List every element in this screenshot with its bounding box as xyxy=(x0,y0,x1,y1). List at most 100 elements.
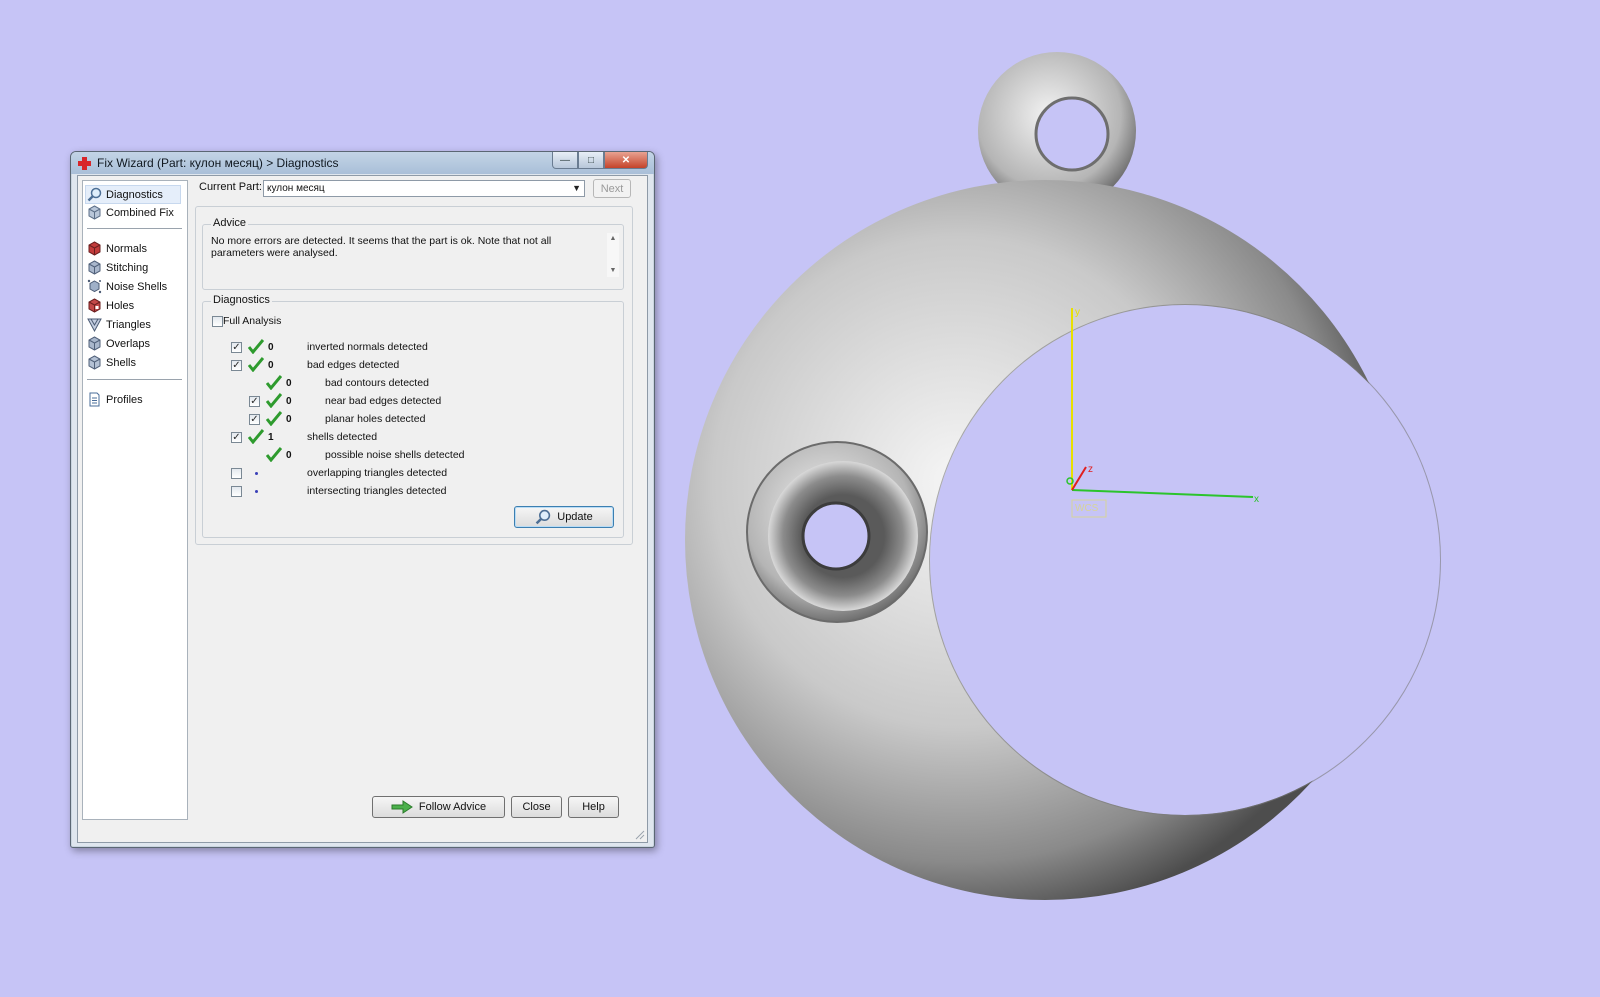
green-check-icon xyxy=(266,393,282,408)
title-bar[interactable]: Fix Wizard (Part: кулон месяц) > Diagnos… xyxy=(71,152,654,174)
nav-item-label: Triangles xyxy=(106,318,151,331)
nav-item-label: Profiles xyxy=(106,393,143,406)
nav-item-label: Overlaps xyxy=(106,337,151,350)
normals-cube-icon xyxy=(88,241,101,256)
row-label: intersecting triangles detected xyxy=(307,485,447,497)
nav-separator xyxy=(87,228,182,229)
row-checkbox[interactable]: ✓ xyxy=(231,360,242,371)
row-checkbox[interactable]: ✓ xyxy=(249,414,260,425)
current-part-label: Current Part: xyxy=(199,181,262,193)
green-check-icon xyxy=(248,339,264,354)
row-checkbox[interactable]: ✓ xyxy=(231,342,242,353)
overlaps-cube-icon xyxy=(88,336,101,351)
scroll-down-icon[interactable]: ▼ xyxy=(607,265,619,277)
row-count: 1 xyxy=(268,432,274,443)
nav-item-shells[interactable]: Shells xyxy=(87,354,136,371)
nav-item-stitching[interactable]: Stitching xyxy=(87,259,148,276)
dialog-client-area: Diagnostics Combined Fix Normals Stitchi… xyxy=(77,175,648,843)
advice-group-title: Advice xyxy=(211,217,249,229)
green-check-icon xyxy=(266,375,282,390)
help-button[interactable]: Help xyxy=(568,796,619,818)
nav-item-triangles[interactable]: Triangles xyxy=(87,316,151,333)
y-axis-label: y xyxy=(1075,307,1080,318)
shells-cube-icon xyxy=(88,355,101,370)
nav-item-diagnostics[interactable]: Diagnostics xyxy=(85,185,181,204)
row-label: planar holes detected xyxy=(325,413,426,425)
row-checkbox[interactable]: ✓ xyxy=(249,396,260,407)
advice-scrollbar[interactable]: ▲ ▼ xyxy=(607,233,619,277)
nav-item-label: Shells xyxy=(106,356,136,369)
follow-advice-label: Follow Advice xyxy=(418,801,487,813)
current-part-value: кулон месяц xyxy=(267,183,325,194)
red-cross-icon xyxy=(78,157,91,170)
nav-item-label: Diagnostics xyxy=(106,188,163,201)
row-checkbox[interactable]: ✓ xyxy=(231,432,242,443)
fix-wizard-dialog: Fix Wizard (Part: кулон месяц) > Diagnos… xyxy=(70,151,655,848)
green-check-icon xyxy=(248,429,264,444)
update-button-label: Update xyxy=(557,511,593,523)
nav-item-overlaps[interactable]: Overlaps xyxy=(87,335,150,352)
nav-item-label: Stitching xyxy=(106,261,149,274)
x-axis-label: x xyxy=(1254,494,1259,505)
wcs-origin-tag: WCS xyxy=(1075,503,1099,514)
nav-separator xyxy=(87,379,182,380)
holes-cube-icon xyxy=(88,298,101,313)
nav-item-label: Holes xyxy=(106,299,135,312)
next-button[interactable]: Next xyxy=(593,179,631,198)
row-label: bad edges detected xyxy=(307,359,400,371)
row-count: 0 xyxy=(286,378,292,389)
green-check-icon xyxy=(266,447,282,462)
full-analysis-checkbox[interactable] xyxy=(212,316,223,327)
row-label: bad contours detected xyxy=(325,377,429,389)
scroll-up-icon[interactable]: ▲ xyxy=(607,233,619,245)
nav-item-label: Combined Fix xyxy=(106,206,174,219)
nav-item-holes[interactable]: Holes xyxy=(87,297,134,314)
current-part-dropdown[interactable]: кулон месяц ▼ xyxy=(263,180,585,197)
advice-group: Advice No more errors are detected. It s… xyxy=(202,217,624,290)
close-button[interactable]: Close xyxy=(511,796,562,818)
row-label: shells detected xyxy=(307,431,378,443)
noise-shells-icon xyxy=(87,279,102,294)
nav-item-profiles[interactable]: Profiles xyxy=(87,391,143,408)
minimize-button[interactable]: — xyxy=(552,152,578,169)
advice-text: No more errors are detected. It seems th… xyxy=(211,235,552,259)
row-count: 0 xyxy=(268,360,274,371)
gem-socket xyxy=(746,441,928,623)
follow-advice-button[interactable]: Follow Advice xyxy=(372,796,505,818)
maximize-button[interactable]: □ xyxy=(578,152,604,169)
full-analysis-label: Full Analysis xyxy=(223,315,282,327)
green-arrow-icon xyxy=(391,800,413,814)
nav-item-noise-shells[interactable]: Noise Shells xyxy=(87,278,167,295)
row-count: 0 xyxy=(286,396,292,407)
diagnostics-group-title: Diagnostics xyxy=(211,294,272,306)
nav-item-label: Normals xyxy=(106,242,147,255)
update-button[interactable]: Update xyxy=(514,506,614,528)
nav-item-combined-fix[interactable]: Combined Fix xyxy=(87,204,174,221)
stitching-cube-icon xyxy=(88,260,101,275)
row-count: 0 xyxy=(286,450,292,461)
nav-item-normals[interactable]: Normals xyxy=(87,240,147,257)
magnifier-icon xyxy=(87,187,102,202)
resize-grip-icon[interactable] xyxy=(635,830,645,840)
wizard-nav-panel: Diagnostics Combined Fix Normals Stitchi… xyxy=(82,180,188,820)
row-checkbox[interactable] xyxy=(231,468,242,479)
row-count: 0 xyxy=(268,342,274,353)
row-checkbox[interactable] xyxy=(231,486,242,497)
triangles-icon xyxy=(87,318,102,332)
combined-fix-icon xyxy=(88,205,101,220)
moon-pendant-model[interactable] xyxy=(685,52,1441,900)
row-count: 0 xyxy=(286,414,292,425)
nav-item-label: Noise Shells xyxy=(106,280,168,293)
magnifier-icon xyxy=(535,509,551,525)
row-label: overlapping triangles detected xyxy=(307,467,448,479)
pending-dot-icon xyxy=(255,472,258,475)
dropdown-arrow-icon: ▼ xyxy=(572,183,581,193)
green-check-icon xyxy=(248,357,264,372)
diagnostics-group: Diagnostics Full Analysis ✓ 0 inverted n… xyxy=(202,294,624,538)
row-label: near bad edges detected xyxy=(325,395,442,407)
document-icon xyxy=(89,392,100,407)
green-check-icon xyxy=(266,411,282,426)
row-label: possible noise shells detected xyxy=(325,449,465,461)
close-window-button[interactable]: ✕ xyxy=(604,152,648,169)
z-axis-label: z xyxy=(1088,464,1093,475)
